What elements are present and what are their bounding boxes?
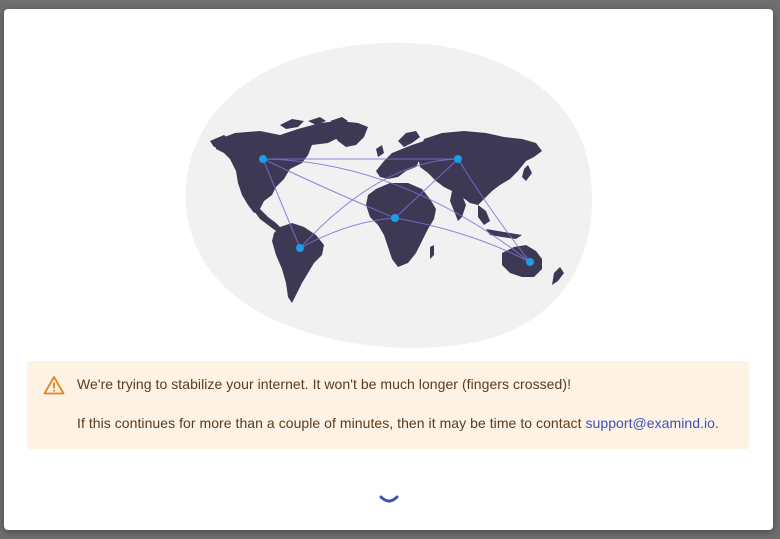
node-north-america [259,155,267,163]
world-network-illustration [185,42,593,348]
node-africa [391,214,399,222]
warning-banner: We're trying to stabilize your internet.… [27,361,749,449]
warning-message-line1: We're trying to stabilize your internet.… [77,376,572,392]
node-south-america [296,244,304,252]
node-asia [454,155,462,163]
warning-triangle-icon [43,376,65,395]
node-australia [526,258,534,266]
warning-message-suffix: . [714,415,719,431]
loading-spinner-icon [379,495,399,503]
connection-dialog: We're trying to stabilize your internet.… [4,9,773,530]
warning-message-line2: If this continues for more than a couple… [77,415,719,431]
warning-message-prefix: If this continues for more than a couple… [77,415,586,431]
support-email-link[interactable]: support@examind.io [585,415,715,431]
